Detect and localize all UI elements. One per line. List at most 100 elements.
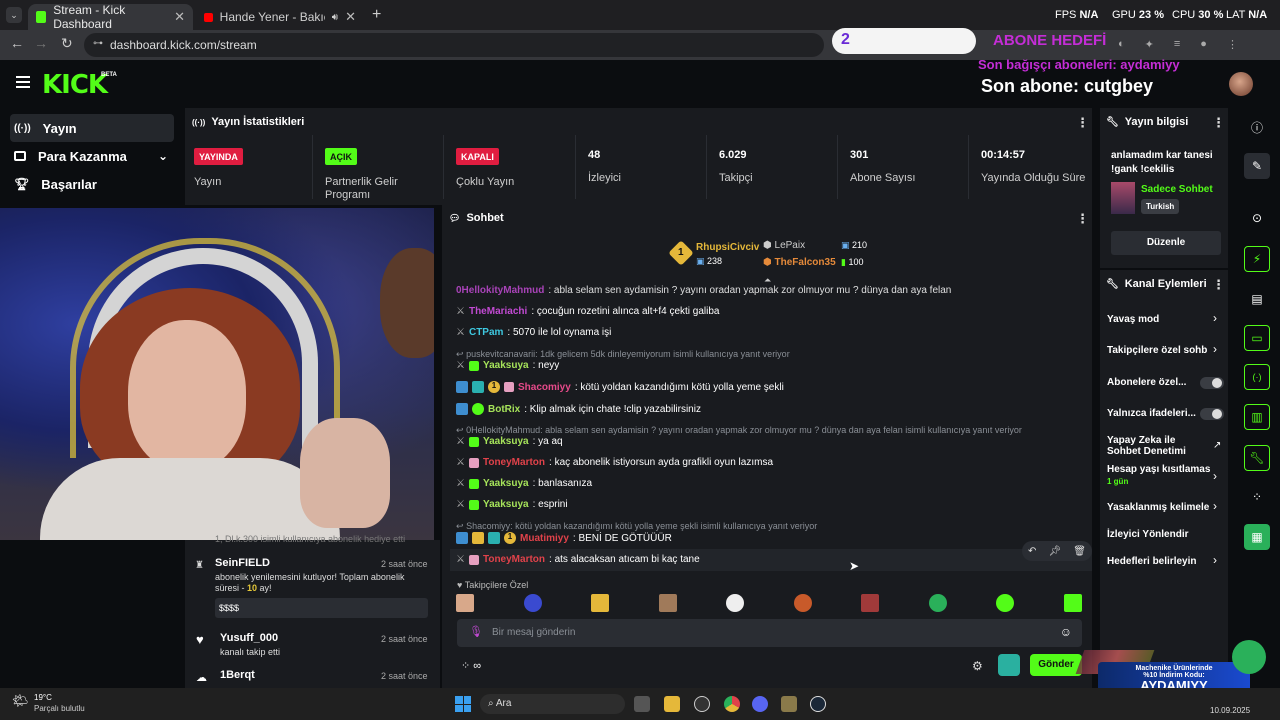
action-slow-mode[interactable]: Yavaş mod (1107, 314, 1159, 325)
chat-extension-icon[interactable] (998, 654, 1020, 676)
emote-icon[interactable] (793, 594, 812, 612)
taskbar-search[interactable]: ⌕ Ara (480, 694, 625, 714)
task-view-icon[interactable] (634, 696, 650, 712)
chat-message[interactable]: 1 Shacomiyy: kötü yoldan kazandığımı köt… (456, 381, 784, 393)
emote-icon[interactable] (1063, 594, 1082, 612)
tab-youtube[interactable]: Hande Yener - Bakıcaz Artık ( 🔊︎ ✕ (196, 4, 364, 30)
chat-username[interactable]: ToneyMarton (483, 457, 545, 468)
extension-icon[interactable]: ▦ (1244, 524, 1270, 550)
chat-username[interactable]: Yaaksuya (483, 478, 529, 489)
chat-username[interactable]: Muatimiyy (520, 533, 569, 544)
chat-message[interactable]: ⚔ TheMariachi: çocuğun rozetini alınca a… (456, 306, 720, 317)
chat-message[interactable]: ⚔ Yaaksuya: neyy (456, 360, 559, 371)
emote-icon[interactable] (591, 594, 610, 612)
tab-search-dropdown[interactable]: ⌄ (6, 7, 22, 23)
chat-message[interactable]: ⚔ CTPam: 5070 ile lol oynama işi (456, 327, 611, 338)
chevron-right-icon[interactable]: › (1213, 499, 1217, 513)
weather-temp[interactable]: 19°C (34, 693, 52, 702)
kick-logo[interactable]: KICK (42, 70, 108, 100)
reply-icon[interactable]: ↶ (1028, 546, 1036, 557)
chevron-right-icon[interactable]: › (1213, 469, 1217, 483)
action-emotes-only[interactable]: Yalnızca ifadeleri... (1107, 408, 1196, 419)
wrench-icon[interactable]: 🔧︎ (1244, 445, 1270, 471)
chat-username[interactable]: Yaaksuya (483, 360, 529, 371)
leader-name[interactable]: RhupsiCivciv (696, 242, 759, 253)
subs-only-toggle[interactable] (1200, 377, 1224, 389)
chat-message[interactable]: 0HellokityMahmud: abla selam sen aydamis… (456, 285, 951, 296)
chevron-right-icon[interactable]: › (1213, 311, 1217, 325)
points-icon[interactable]: ⁘ (1244, 484, 1270, 510)
send-button[interactable]: Gönder (1030, 654, 1082, 676)
chat-username[interactable]: Yaaksuya (483, 436, 529, 447)
action-banned-words[interactable]: Yasaklanmış kelimele (1107, 502, 1209, 513)
action-ai-moderation[interactable]: Yapay Zeka ile Sohbet Denetimi (1107, 435, 1203, 457)
actions-menu-icon[interactable]: ⋮ (1212, 277, 1225, 293)
steam-icon[interactable] (810, 696, 826, 712)
extension-icon[interactable]: ◐ (1118, 38, 1125, 52)
pencil-icon[interactable]: ✎ (1244, 153, 1270, 179)
sidebar-item-para-kazanma[interactable]: Para Kazanma ⌄ (10, 142, 174, 170)
hamburger-menu-icon[interactable] (16, 76, 30, 88)
chrome-icon[interactable] (724, 696, 740, 712)
emote-icon[interactable] (726, 594, 745, 612)
edit-info-button[interactable]: Düzenle (1111, 231, 1221, 255)
mic-icon[interactable]: 🎙︎ (469, 625, 483, 638)
action-set-goals[interactable]: Hedefleri belirleyin (1107, 556, 1196, 567)
chevron-right-icon[interactable]: › (1213, 553, 1217, 567)
emote-icon[interactable] (928, 594, 947, 612)
chat-message[interactable]: ⚔ ToneyMarton: kaç abonelik istiyorsun a… (456, 457, 773, 468)
weather-icon[interactable]: 🌤︎ (12, 693, 29, 709)
chat-username[interactable]: 0HellokityMahmud (456, 285, 544, 296)
chat-menu-icon[interactable]: ⋮ (1076, 211, 1089, 227)
chat-username[interactable]: Yaaksuya (483, 499, 529, 510)
emote-icon[interactable] (523, 594, 542, 612)
emoji-icon[interactable]: ☺ (1060, 625, 1072, 639)
chat-message[interactable]: ⚔ Yaaksuya: ya aq (456, 436, 563, 447)
stats-menu-icon[interactable]: ⋮ (1076, 115, 1089, 131)
action-subs-only[interactable]: Abonelere özel... (1107, 377, 1186, 388)
emote-icon[interactable] (996, 594, 1015, 612)
activity-user[interactable]: Yusuff_000 (220, 632, 278, 644)
close-tab-icon[interactable]: ✕ (345, 9, 356, 25)
menu-icon[interactable]: ⋮ (1227, 38, 1238, 52)
emote-icon[interactable] (456, 594, 474, 612)
chat-username[interactable]: Shacomiyy (518, 382, 571, 393)
user-avatar[interactable] (1229, 72, 1253, 96)
chat-icon[interactable]: ▭ (1244, 325, 1270, 351)
layout-icon[interactable]: ▥ (1244, 404, 1270, 430)
list-icon[interactable]: ≡ (1174, 38, 1180, 52)
site-info-icon[interactable]: ⊶ (93, 38, 103, 49)
chat-username[interactable]: CTPam (469, 327, 503, 338)
emote-icon[interactable] (658, 594, 677, 612)
audio-icon[interactable]: 🔊︎ (332, 12, 338, 23)
reload-icon[interactable]: ↻ (61, 35, 73, 52)
chat-message[interactable]: 1 Muatimiyy: BENİ DE GÖTÜÜÜR (456, 532, 672, 544)
category-name[interactable]: Sadece Sohbet (1141, 184, 1213, 195)
discord-icon[interactable] (752, 696, 768, 712)
close-tab-icon[interactable]: ✕ (174, 9, 185, 25)
chat-message[interactable]: ⚔ Yaaksuya: banlasanıza (456, 478, 592, 489)
obs-icon[interactable] (694, 696, 710, 712)
chat-message[interactable]: ⚔ ToneyMarton: ats alacaksan atıcam bi k… (456, 554, 700, 565)
profile-icon[interactable]: ● (1200, 38, 1207, 52)
action-raid[interactable]: İzleyici Yönlendir (1107, 529, 1189, 540)
new-tab-button[interactable]: + (372, 6, 381, 24)
chat-username[interactable]: TheMariachi (469, 306, 527, 317)
info-icon[interactable]: ⓘ (1244, 114, 1270, 140)
delete-icon[interactable]: 🗑︎ (1073, 546, 1086, 557)
leader-name[interactable]: ⬢ LePaix (763, 240, 805, 251)
windows-start-icon[interactable] (455, 696, 471, 712)
tab-kick-dashboard[interactable]: Stream - Kick Dashboard ✕ (28, 3, 193, 31)
emote-icon[interactable] (861, 594, 880, 612)
file-explorer-icon[interactable] (664, 696, 680, 712)
emotes-only-toggle[interactable] (1200, 408, 1224, 420)
action-account-age[interactable]: Hesap yaşı kısıtlamas (1107, 464, 1210, 475)
external-link-icon[interactable]: ↗ (1213, 440, 1221, 451)
chat-input-field[interactable]: 🎙︎ Bir mesaj gönderin ☺ (457, 619, 1082, 647)
leader-name[interactable]: ⬢ TheFalcon35 (763, 257, 836, 268)
action-followers-only[interactable]: Takipçilere özel sohb (1107, 345, 1207, 356)
chat-username[interactable]: BotRix (488, 404, 520, 415)
document-icon[interactable]: ▤ (1244, 286, 1270, 312)
activity-user[interactable]: 1Berqt (220, 669, 255, 681)
points-icon[interactable]: ⁘ ∞ (461, 659, 481, 672)
